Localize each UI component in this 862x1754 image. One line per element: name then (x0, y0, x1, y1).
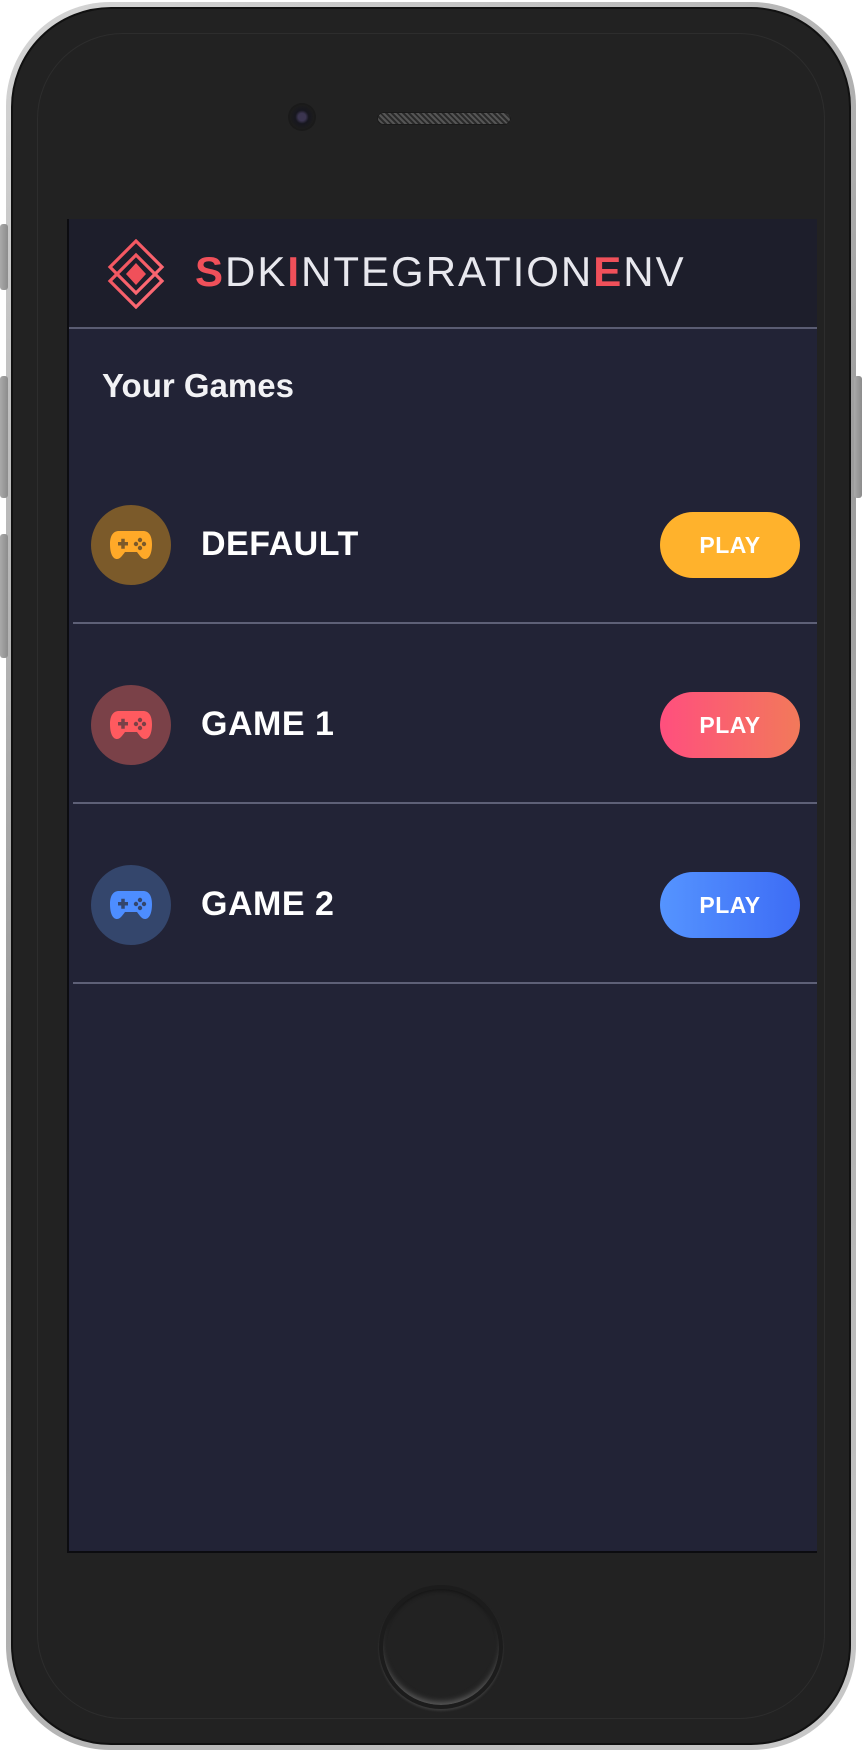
brand-accent-letter: S (195, 248, 226, 295)
front-camera (290, 105, 314, 129)
play-button[interactable]: PLAY (660, 512, 800, 578)
game-name: DEFAULT (201, 525, 359, 563)
brand-accent-letter: E (593, 248, 624, 295)
gamepad-icon (110, 711, 152, 739)
earpiece-speaker (377, 112, 511, 125)
brand-text: NTEGRATION (301, 248, 594, 295)
play-button[interactable]: PLAY (660, 692, 800, 758)
app-brand-title: SDKINTEGRATIONENV (195, 245, 686, 299)
game-avatar (91, 505, 171, 585)
brand-text: DK (225, 248, 288, 295)
mute-switch (0, 224, 8, 290)
phone-body: SDKINTEGRATIONENV Your Games DEFAULT PLAY… (11, 7, 851, 1745)
section-title: Your Games (102, 367, 294, 404)
brand-text: NV (623, 248, 686, 295)
game-avatar (91, 865, 171, 945)
games-list: DEFAULT PLAY GAME 1 PLAY GAME 2 PLAY (73, 444, 817, 984)
phone-frame: SDKINTEGRATIONENV Your Games DEFAULT PLAY… (6, 2, 856, 1750)
app-screen: SDKINTEGRATIONENV Your Games DEFAULT PLAY… (67, 219, 817, 1553)
app-header: SDKINTEGRATIONENV (69, 219, 817, 329)
volume-down-button (0, 534, 8, 658)
game-name: GAME 1 (201, 705, 335, 743)
home-button[interactable] (379, 1585, 503, 1709)
game-row: GAME 1 PLAY (73, 624, 817, 804)
game-row: GAME 2 PLAY (73, 804, 817, 984)
game-row: DEFAULT PLAY (73, 444, 817, 624)
game-name: GAME 2 (201, 885, 335, 923)
power-button (854, 376, 862, 498)
play-button[interactable]: PLAY (660, 872, 800, 938)
brand-accent-letter: I (287, 248, 302, 295)
gamepad-icon (110, 891, 152, 919)
diamond-logo-icon (107, 239, 165, 309)
gamepad-icon (110, 531, 152, 559)
game-avatar (91, 685, 171, 765)
volume-up-button (0, 376, 8, 498)
